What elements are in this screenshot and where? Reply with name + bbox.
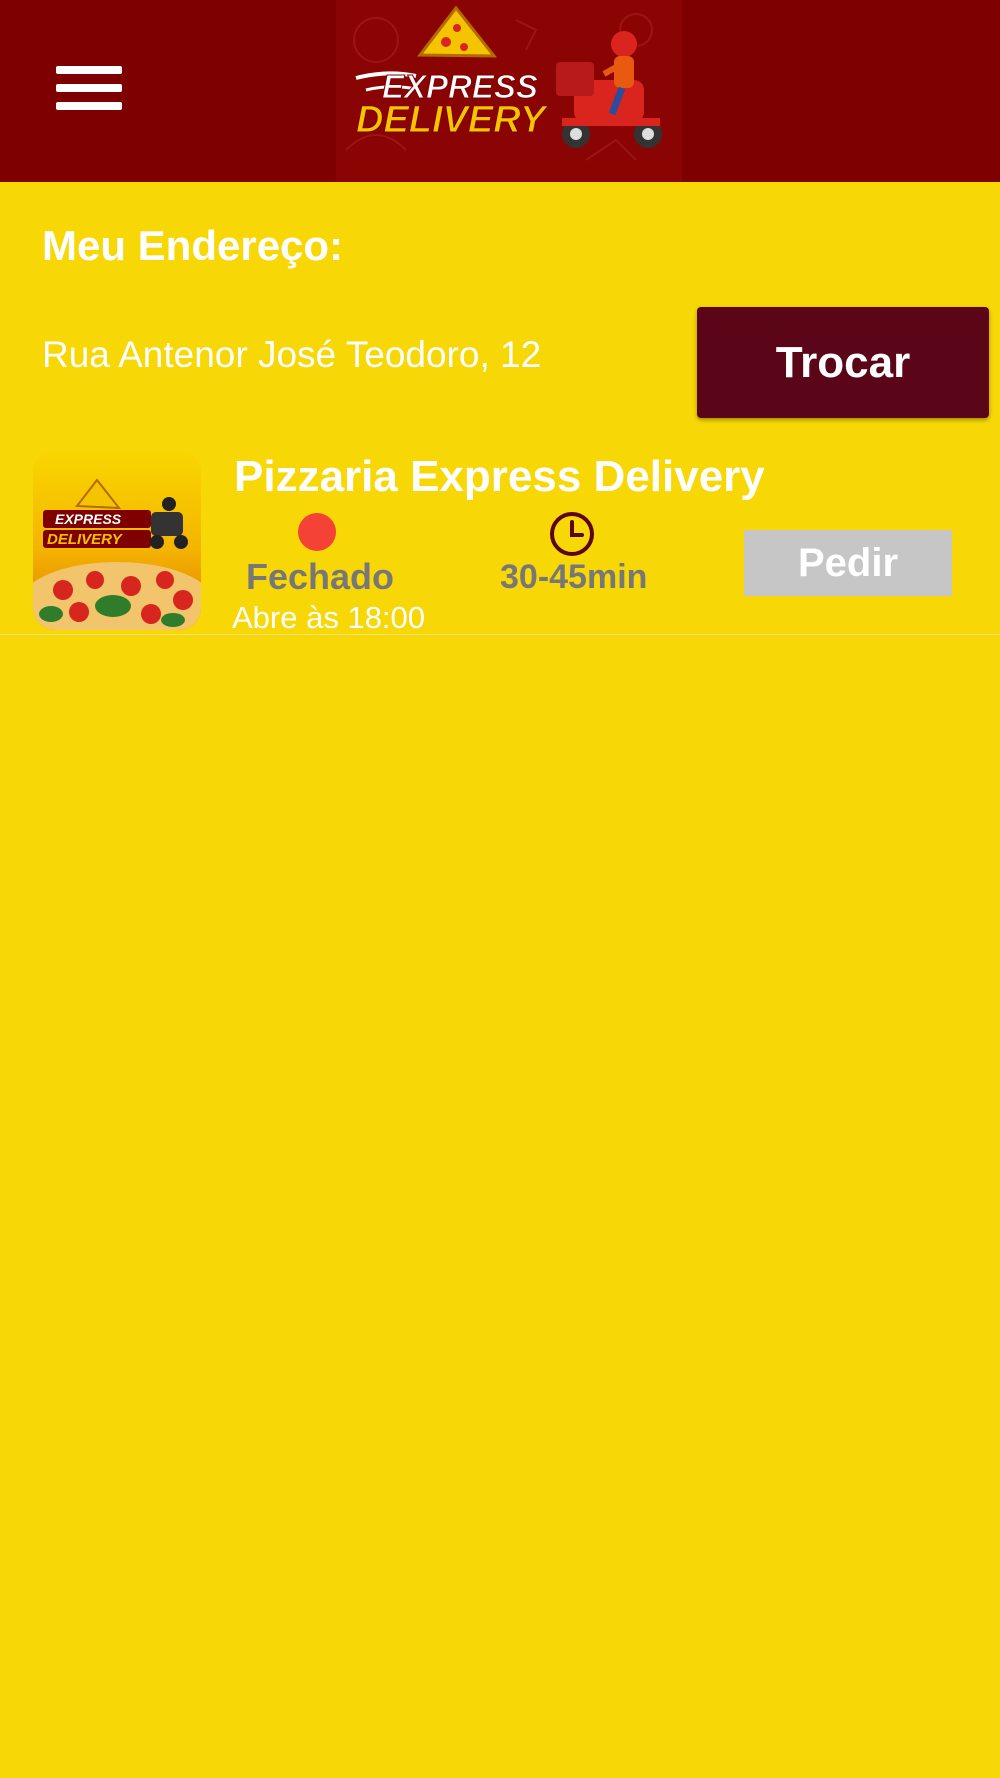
address-value: Rua Antenor José Teodoro, 12 <box>42 334 542 375</box>
menu-line <box>56 66 122 74</box>
thumb-logo-delivery: DELIVERY <box>47 531 124 548</box>
closed-status-dot-icon <box>298 513 336 551</box>
hamburger-menu-icon[interactable] <box>52 62 122 114</box>
clock-icon <box>550 512 594 556</box>
store-status: Fechado <box>246 556 395 597</box>
menu-line <box>56 84 122 92</box>
thumb-logo-express: EXPRESS <box>55 511 122 527</box>
app-logo: EXPRESS DELIVERY <box>336 0 682 182</box>
store-logo-image: EXPRESS DELIVERY <box>33 450 201 630</box>
store-name: Pizzaria Express Delivery <box>234 452 765 501</box>
change-address-button[interactable]: Trocar <box>697 307 989 418</box>
logo-text-delivery: DELIVERY <box>356 99 549 141</box>
menu-line <box>56 102 122 110</box>
address-title: Meu Endereço: <box>42 222 344 269</box>
order-button[interactable]: Pedir <box>744 530 952 596</box>
app-header: EXPRESS DELIVERY <box>0 0 1000 182</box>
store-list-item[interactable]: EXPRESS DELIVERY Pizzaria Express Delive… <box>0 440 1000 635</box>
store-opening-time: Abre às 18:00 <box>232 600 426 635</box>
delivery-time: 30-45min <box>500 558 648 596</box>
